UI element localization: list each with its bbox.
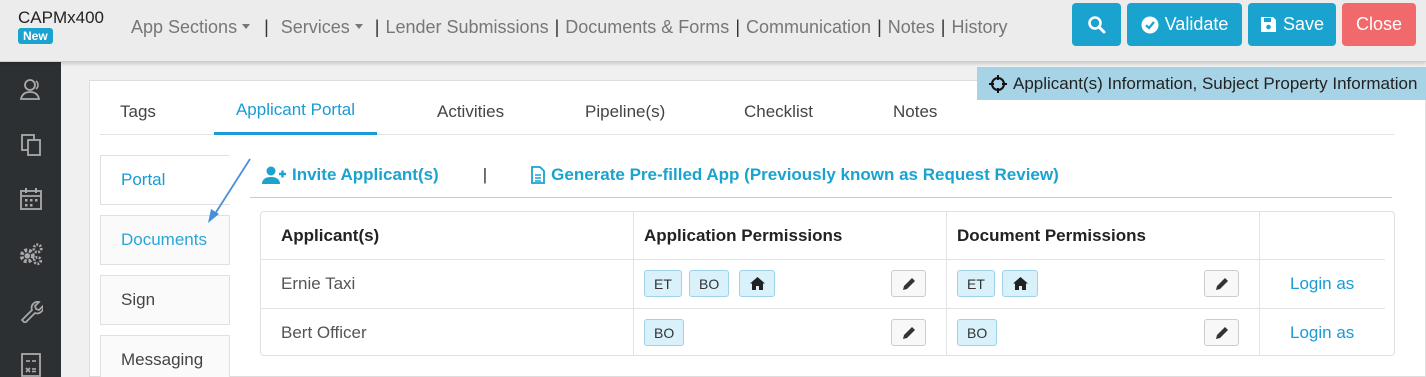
login-as-link[interactable]: Login as	[1290, 274, 1354, 294]
tab-pipelines[interactable]: Pipeline(s)	[585, 88, 665, 135]
caret-down-icon	[242, 23, 251, 29]
generate-prefilled-app-label: Generate Pre-filled App (Previously know…	[551, 165, 1059, 184]
tab-applicant-portal[interactable]: Applicant Portal	[214, 88, 377, 135]
pencil-icon	[1215, 326, 1228, 339]
copy-documents-icon[interactable]	[18, 132, 44, 158]
edit-app-permissions-button[interactable]	[891, 319, 926, 346]
nav-documents-forms[interactable]: Documents & Forms	[565, 17, 729, 38]
header-applicants: Applicant(s)	[281, 226, 380, 245]
search-button[interactable]	[1072, 3, 1121, 46]
crosshairs-icon	[989, 74, 1007, 93]
save-button[interactable]: Save	[1248, 3, 1336, 46]
nav-notes[interactable]: Notes	[888, 17, 935, 38]
applicant-name: Ernie Taxi	[281, 274, 356, 293]
gears-icon[interactable]	[18, 241, 44, 267]
nav-history[interactable]: History	[951, 17, 1007, 38]
wrench-icon[interactable]	[18, 298, 44, 324]
nav-communication[interactable]: Communication	[746, 17, 871, 38]
column-divider	[633, 212, 634, 355]
permission-chip: BO	[957, 319, 998, 346]
generate-prefilled-app-link[interactable]: Generate Pre-filled App (Previously know…	[531, 165, 1059, 185]
save-label: Save	[1282, 14, 1325, 34]
left-sidebar	[0, 62, 61, 377]
header-document-permissions: Document Permissions	[957, 226, 1146, 245]
side-tab-sign[interactable]: Sign	[100, 275, 230, 325]
permission-chip: BO	[689, 270, 730, 297]
invite-applicants-link[interactable]: Invite Applicant(s)	[262, 165, 439, 185]
portal-actions: Invite Applicant(s) | Generate Pre-fille…	[262, 162, 1059, 188]
home-icon	[749, 277, 765, 290]
top-bar: CAPMx400 New App Sections | Services | L…	[0, 0, 1426, 62]
column-divider	[1259, 212, 1260, 355]
validate-label: Validate	[1164, 14, 1229, 34]
app-name: CAPMx400	[18, 8, 104, 27]
row-divider	[261, 259, 1385, 260]
new-badge: New	[18, 28, 53, 44]
tab-tags[interactable]: Tags	[120, 88, 156, 135]
info-banner-text: Applicant(s) Information, Subject Proper…	[1013, 73, 1418, 93]
search-icon	[1087, 15, 1105, 33]
user-plus-icon	[262, 166, 286, 184]
users-icon[interactable]	[18, 76, 44, 102]
header-application-permissions: Application Permissions	[644, 226, 843, 245]
check-circle-icon	[1141, 16, 1159, 33]
calendar-icon[interactable]	[18, 186, 44, 212]
actions-divider	[250, 197, 1392, 198]
tab-activities[interactable]: Activities	[437, 88, 504, 135]
nav-services-label: Services	[280, 17, 350, 37]
login-as-link[interactable]: Login as	[1290, 323, 1354, 343]
nav-lender-submissions[interactable]: Lender Submissions	[385, 17, 548, 38]
side-tab-messaging[interactable]: Messaging	[100, 335, 230, 377]
validate-button[interactable]: Validate	[1127, 3, 1242, 46]
home-icon	[1012, 277, 1028, 290]
annotation-arrow-icon	[208, 158, 251, 223]
pencil-icon	[902, 326, 915, 339]
applicants-table: Applicant(s) Application Permissions Doc…	[260, 211, 1395, 356]
pencil-icon	[902, 277, 915, 290]
top-nav: App Sections | Services | Lender Submiss…	[131, 17, 1007, 38]
pencil-icon	[1215, 277, 1228, 290]
nav-app-sections-label: App Sections	[131, 17, 238, 37]
nav-separator: |	[554, 17, 560, 37]
file-text-icon	[531, 166, 546, 184]
permission-chip: BO	[644, 319, 685, 346]
header-buttons: Validate Save Close	[1072, 3, 1416, 46]
edit-app-permissions-button[interactable]	[891, 270, 926, 297]
home-chip	[739, 270, 775, 297]
nav-separator: |	[374, 17, 380, 37]
nav-separator: |	[735, 17, 740, 37]
edit-doc-permissions-button[interactable]	[1204, 270, 1239, 297]
home-chip	[1002, 270, 1038, 297]
edit-doc-permissions-button[interactable]	[1204, 319, 1239, 346]
tab-checklist[interactable]: Checklist	[744, 88, 813, 135]
caret-down-icon	[354, 23, 363, 29]
nav-separator: |	[940, 17, 946, 37]
actions-separator: |	[482, 165, 488, 184]
invite-applicants-label: Invite Applicant(s)	[292, 165, 439, 184]
floppy-disk-icon	[1260, 17, 1276, 32]
column-divider	[946, 212, 947, 355]
nav-separator: |	[877, 17, 882, 37]
nav-separator: |	[264, 17, 269, 37]
applicant-name: Bert Officer	[281, 323, 367, 342]
nav-services[interactable]: Services	[281, 17, 363, 38]
permission-chip: ET	[644, 270, 682, 297]
nav-app-sections[interactable]: App Sections	[131, 17, 251, 38]
close-button[interactable]: Close	[1342, 3, 1416, 46]
row-divider	[261, 308, 1385, 309]
permission-chip: ET	[957, 270, 995, 297]
tab-notes[interactable]: Notes	[893, 88, 937, 135]
calculator-icon[interactable]	[18, 352, 44, 377]
section-info-banner[interactable]: Applicant(s) Information, Subject Proper…	[977, 67, 1426, 100]
